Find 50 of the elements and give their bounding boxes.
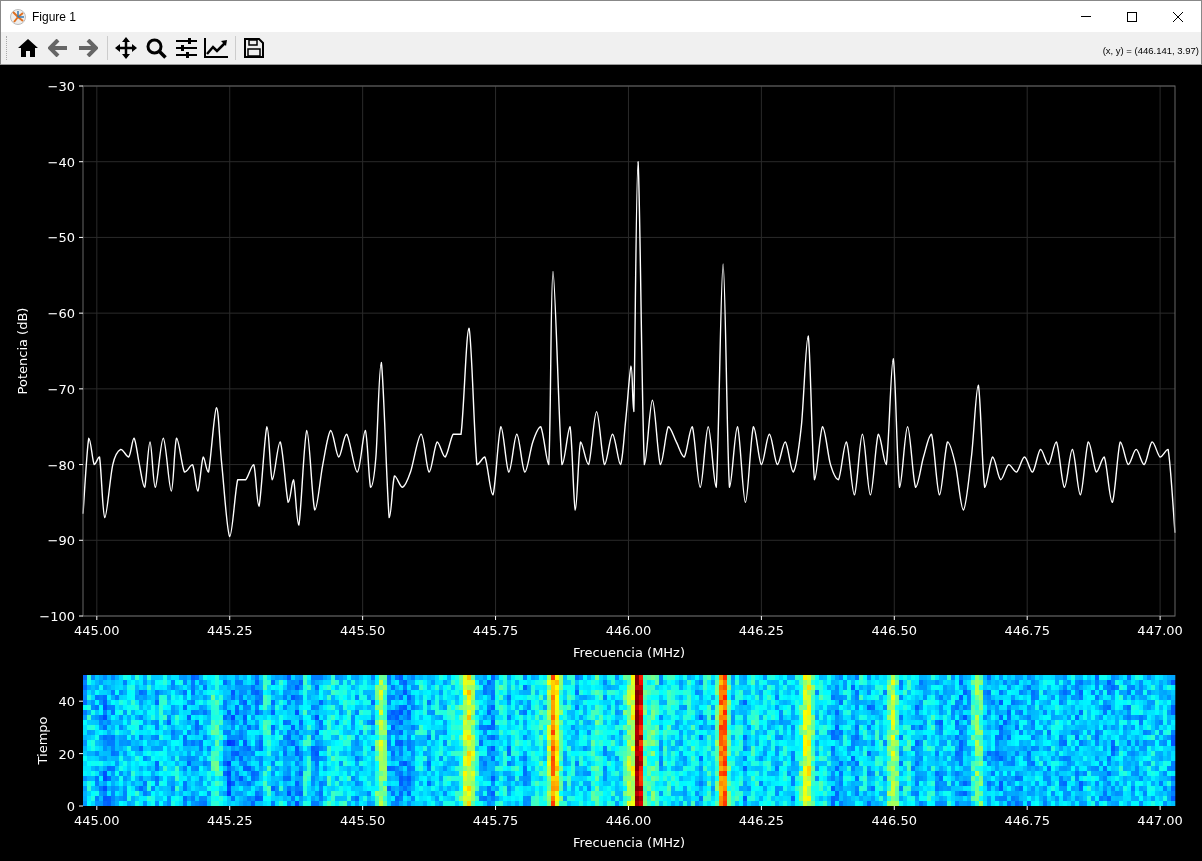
pan-button[interactable] [113,35,139,61]
y-tick-label: −40 [47,154,75,170]
y-tick-label: 20 [58,746,75,762]
y-axis-label: Tiempo [35,716,50,765]
right-arrow-icon [78,39,98,57]
save-button[interactable] [241,35,267,61]
y-axis-label: Potencia (dB) [15,307,30,395]
home-icon [17,38,39,58]
x-tick-label: 445.75 [472,813,519,828]
x-tick-label: 446.75 [1004,623,1050,638]
left-arrow-icon [48,39,68,57]
x-tick-label: 445.25 [207,623,253,638]
x-tick-label: 446.25 [738,623,785,638]
x-axis-label: Frecuencia (MHz) [573,835,685,850]
search-icon [145,37,167,59]
x-tick-label: 446.25 [738,813,785,828]
minimize-icon [1081,16,1091,17]
y-tick-label: 40 [58,694,75,710]
x-axis-label: Frecuencia (MHz) [573,645,685,660]
x-tick-label: 446.75 [1004,813,1050,828]
x-tick-label: 445.50 [339,623,386,638]
x-tick-label: 446.50 [871,813,918,828]
app-icon [10,8,26,25]
y-tick-label: −60 [47,306,75,322]
x-tick-label: 446.00 [605,623,652,638]
y-tick-label: −100 [39,609,75,624]
x-tick-label: 445.25 [207,813,253,828]
x-tick-label: 446.00 [605,813,652,828]
y-tick-label: −30 [47,79,75,94]
window-title: Figure 1 [32,8,77,26]
x-tick-label: 445.75 [472,623,519,638]
x-tick-label: 445.50 [339,813,386,828]
line-chart-icon [204,38,228,58]
configure-button[interactable] [173,35,199,61]
x-tick-label: 446.50 [871,623,918,638]
x-tick-label: 447.00 [1137,623,1183,638]
y-tick-label: −80 [47,457,75,473]
maximize-icon [1127,11,1137,22]
x-tick-label: 447.00 [1137,813,1183,828]
x-tick-label: 445.00 [74,623,120,638]
move-arrows-icon [115,37,137,59]
y-tick-label: −90 [47,533,75,549]
y-tick-label: −50 [47,230,75,246]
x-tick-label: 445.00 [74,813,120,828]
y-tick-label: 0 [66,799,75,814]
edit-axes-button[interactable] [203,35,229,61]
cursor-coordinates: (x, y) = (446.141, 3.97) [1102,43,1199,58]
close-icon [1173,11,1183,22]
y-tick-label: −70 [47,381,75,397]
sliders-icon [175,38,197,58]
